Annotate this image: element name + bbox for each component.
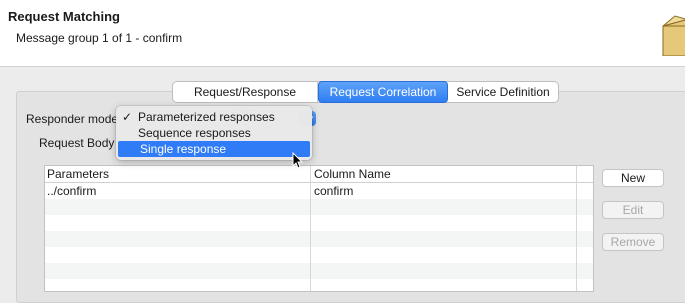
edit-button[interactable]: Edit	[602, 201, 664, 219]
table-row	[45, 199, 593, 215]
dropdown-option-sequence[interactable]: Sequence responses	[116, 125, 312, 141]
table-row[interactable]: ../confirm confirm	[45, 183, 593, 199]
checkmark-icon: ✓	[122, 110, 133, 124]
new-button[interactable]: New	[602, 169, 664, 187]
table-row	[45, 263, 593, 279]
request-body-label: Request Body	[39, 136, 115, 150]
dropdown-option-single[interactable]: Single response	[118, 141, 310, 157]
parameters-table: Parameters Column Name ../confirm confir…	[44, 165, 594, 292]
header-bar: Request Matching Message group 1 of 1 - …	[0, 0, 685, 67]
mouse-pointer-icon	[292, 152, 304, 169]
column-header-parameters[interactable]: Parameters	[47, 167, 109, 181]
tab-service-definition[interactable]: Service Definition	[448, 82, 558, 102]
tab-request-correlation[interactable]: Request Correlation	[318, 81, 448, 103]
table-row	[45, 231, 593, 247]
column-header-column-name[interactable]: Column Name	[314, 167, 391, 181]
table-header: Parameters Column Name	[45, 166, 593, 183]
package-box-icon	[662, 15, 685, 56]
message-group-subtitle: Message group 1 of 1 - confirm	[16, 31, 183, 45]
tab-request-response-pairs[interactable]: Request/Response Pairs	[173, 82, 318, 119]
cell-column-name[interactable]: confirm	[314, 184, 353, 198]
page-title: Request Matching	[8, 9, 120, 24]
dropdown-option-parameterized[interactable]: ✓ Parameterized responses	[116, 109, 312, 125]
responder-mode-dropdown: ✓ Parameterized responses Sequence respo…	[116, 106, 312, 160]
remove-button[interactable]: Remove	[602, 233, 664, 251]
cell-parameter[interactable]: ../confirm	[47, 184, 96, 198]
column-divider	[576, 166, 577, 291]
responder-mode-label: Responder mode	[26, 112, 119, 126]
tab-bar: Request/Response Pairs Request Correlati…	[172, 81, 559, 119]
column-divider	[310, 166, 311, 291]
